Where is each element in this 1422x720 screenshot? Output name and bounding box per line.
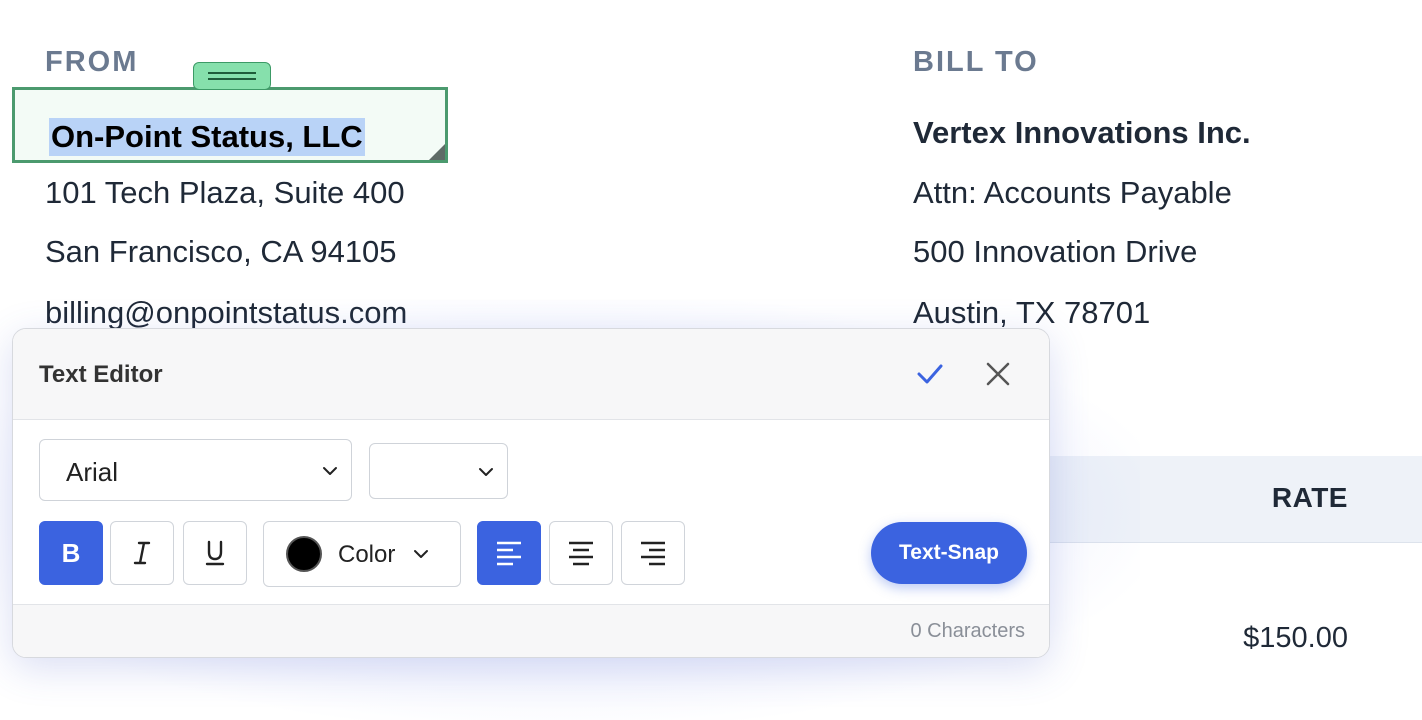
- italic-button[interactable]: [110, 521, 174, 585]
- font-family-value: Arial: [66, 457, 119, 487]
- from-company-name[interactable]: On-Point Status, LLC: [49, 118, 365, 156]
- chevron-down-icon: [414, 550, 428, 558]
- align-right-icon: [641, 541, 665, 566]
- chevron-down-icon: [479, 468, 493, 476]
- rate-column-header: RATE: [1271, 482, 1348, 513]
- color-picker-button[interactable]: Color: [263, 521, 461, 587]
- character-count: 0 Characters: [910, 620, 1026, 642]
- bold-label: B: [61, 537, 81, 568]
- color-swatch: [286, 536, 322, 572]
- from-address-line2[interactable]: San Francisco, CA 94105: [45, 234, 397, 270]
- bill-to-address-line1[interactable]: 500 Innovation Drive: [913, 234, 1197, 270]
- underline-icon: [205, 540, 225, 566]
- drag-handle-icon[interactable]: [193, 62, 271, 90]
- panel-footer: 0 Characters: [13, 604, 1049, 657]
- color-label: Color: [338, 541, 396, 568]
- from-email[interactable]: billing@onpointstatus.com: [45, 295, 407, 331]
- chevron-down-icon: [323, 467, 337, 475]
- align-center-icon: [569, 541, 593, 566]
- bill-to-label: BILL TO: [913, 46, 1039, 78]
- text-snap-button[interactable]: Text-Snap: [871, 522, 1027, 584]
- resize-handle-icon[interactable]: [429, 144, 445, 160]
- font-size-select[interactable]: [369, 443, 508, 499]
- table-header: [1030, 456, 1422, 543]
- font-family-select[interactable]: Arial: [39, 439, 352, 501]
- bold-button[interactable]: B: [39, 521, 103, 585]
- from-label: FROM: [45, 46, 139, 78]
- italic-icon: [133, 541, 151, 565]
- check-icon[interactable]: [913, 357, 947, 391]
- underline-button[interactable]: [183, 521, 247, 585]
- align-left-icon: [497, 541, 521, 566]
- bill-to-attn[interactable]: Attn: Accounts Payable: [913, 175, 1232, 211]
- bill-to-address-line2[interactable]: Austin, TX 78701: [913, 295, 1150, 331]
- bill-to-company[interactable]: Vertex Innovations Inc.: [913, 115, 1251, 151]
- align-left-button[interactable]: [477, 521, 541, 585]
- from-address-line1[interactable]: 101 Tech Plaza, Suite 400: [45, 175, 405, 211]
- text-editor-panel: Text Editor Arial B Color Text-Snap 0 Ch…: [12, 328, 1050, 658]
- align-right-button[interactable]: [621, 521, 685, 585]
- rate-cell[interactable]: $150.00: [1243, 622, 1348, 655]
- align-center-button[interactable]: [549, 521, 613, 585]
- panel-header: Text Editor: [13, 329, 1049, 420]
- panel-title: Text Editor: [39, 361, 163, 388]
- close-icon[interactable]: [981, 357, 1015, 391]
- selected-text-box[interactable]: On-Point Status, LLC: [12, 87, 448, 163]
